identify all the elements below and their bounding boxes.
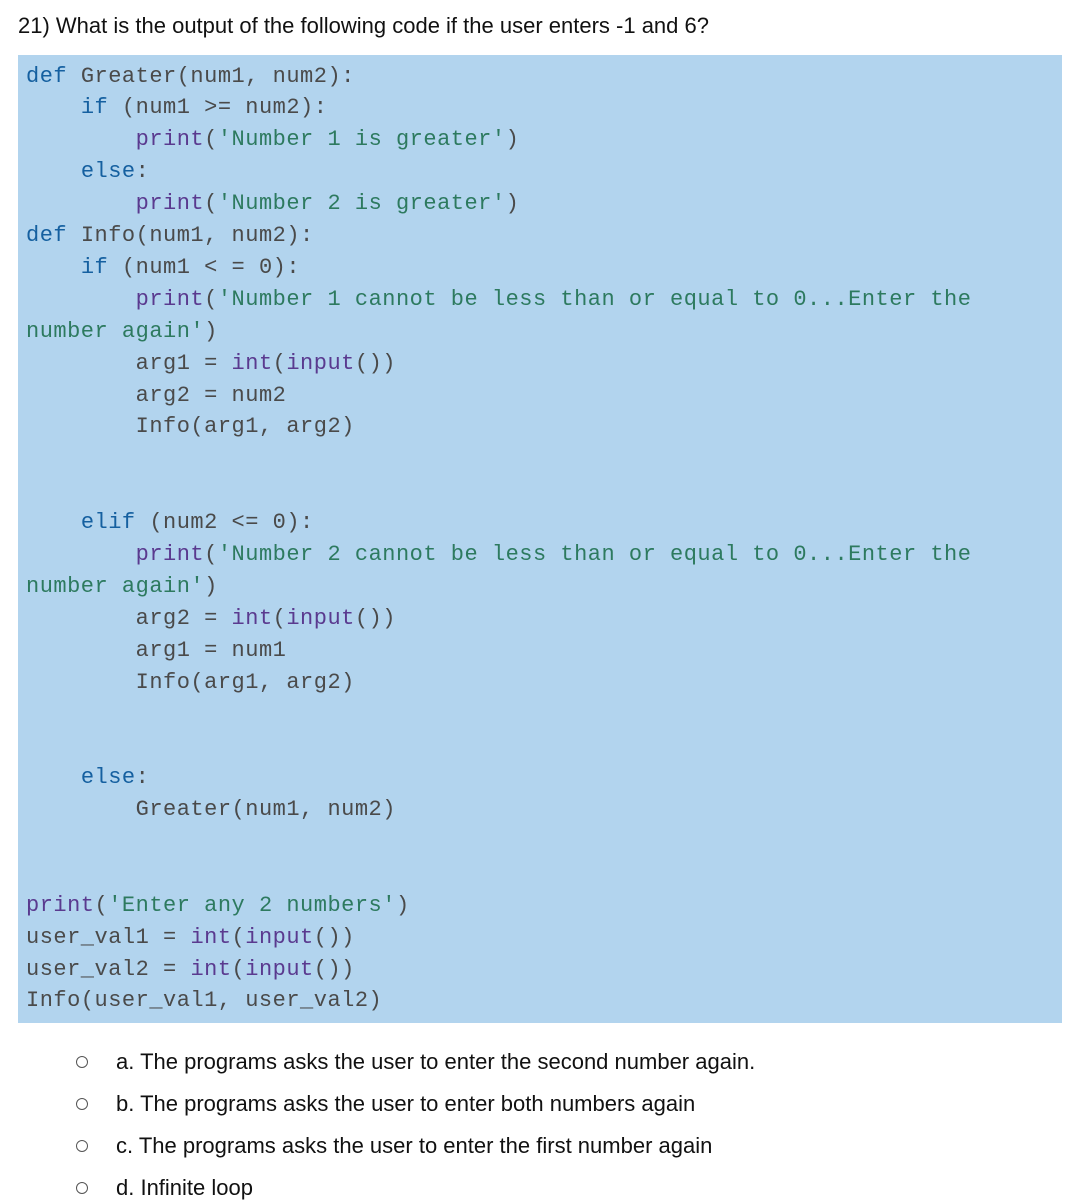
answer-label: a. The programs asks the user to enter t… xyxy=(116,1049,755,1075)
fn-print: print xyxy=(26,893,95,918)
fn-int: int xyxy=(232,606,273,631)
fn-int: int xyxy=(190,957,231,982)
kw-def: def xyxy=(26,64,67,89)
radio-icon[interactable] xyxy=(76,1098,88,1110)
params: (num1, num2): xyxy=(136,223,314,248)
kw-if: if xyxy=(81,95,108,120)
fn-input: input xyxy=(245,925,314,950)
kw-else: else xyxy=(81,159,136,184)
str: 'Number 1 is greater' xyxy=(218,127,506,152)
code-block: def Greater(num1, num2): if (num1 >= num… xyxy=(18,55,1062,1024)
str: 'Number 2 is greater' xyxy=(218,191,506,216)
fn-input: input xyxy=(286,351,355,376)
fn-int: int xyxy=(232,351,273,376)
fn-int: int xyxy=(190,925,231,950)
cond: (num1 < = 0): xyxy=(108,255,300,280)
radio-icon[interactable] xyxy=(76,1056,88,1068)
answer-label: c. The programs asks the user to enter t… xyxy=(116,1133,712,1159)
answer-label: b. The programs asks the user to enter b… xyxy=(116,1091,695,1117)
code-line: Greater(num1, num2) xyxy=(26,797,396,822)
answer-option-c[interactable]: c. The programs asks the user to enter t… xyxy=(76,1133,1062,1159)
kw-if: if xyxy=(81,255,108,280)
code-line: Info(arg1, arg2) xyxy=(26,414,355,439)
fn-input: input xyxy=(286,606,355,631)
answer-option-a[interactable]: a. The programs asks the user to enter t… xyxy=(76,1049,1062,1075)
code-line: arg1 = xyxy=(26,351,232,376)
kw-def: def xyxy=(26,223,67,248)
fn-print: print xyxy=(136,542,205,567)
fn-print: print xyxy=(136,191,205,216)
question-title: 21) What is the output of the following … xyxy=(18,12,1062,41)
code-line: user_val2 = xyxy=(26,957,190,982)
cond: (num1 >= num2): xyxy=(108,95,327,120)
code-line: Info(user_val1, user_val2) xyxy=(26,988,382,1013)
radio-icon[interactable] xyxy=(76,1140,88,1152)
radio-icon[interactable] xyxy=(76,1182,88,1194)
question-text: What is the output of the following code… xyxy=(56,13,709,38)
answer-label: d. Infinite loop xyxy=(116,1175,253,1201)
code-text: ()) xyxy=(314,925,355,950)
code-line: arg2 = xyxy=(26,606,232,631)
answer-option-b[interactable]: b. The programs asks the user to enter b… xyxy=(76,1091,1062,1117)
cond: (num2 <= 0): xyxy=(136,510,314,535)
answers-list: a. The programs asks the user to enter t… xyxy=(18,1049,1062,1201)
code-line: arg1 = num1 xyxy=(26,638,286,663)
kw-else: else xyxy=(81,765,136,790)
fn-print: print xyxy=(136,127,205,152)
fn-name: Greater xyxy=(81,64,177,89)
fn-name: Info xyxy=(81,223,136,248)
code-line: arg2 = num2 xyxy=(26,383,286,408)
params: (num1, num2): xyxy=(177,64,355,89)
code-text: ()) xyxy=(355,606,396,631)
str: 'Enter any 2 numbers' xyxy=(108,893,396,918)
code-line: Info(arg1, arg2) xyxy=(26,670,355,695)
answer-option-d[interactable]: d. Infinite loop xyxy=(76,1175,1062,1201)
question-number: 21) xyxy=(18,13,50,38)
fn-input: input xyxy=(245,957,314,982)
code-text: ()) xyxy=(314,957,355,982)
code-line: user_val1 = xyxy=(26,925,190,950)
code-text: ()) xyxy=(355,351,396,376)
kw-elif: elif xyxy=(81,510,136,535)
fn-print: print xyxy=(136,287,205,312)
